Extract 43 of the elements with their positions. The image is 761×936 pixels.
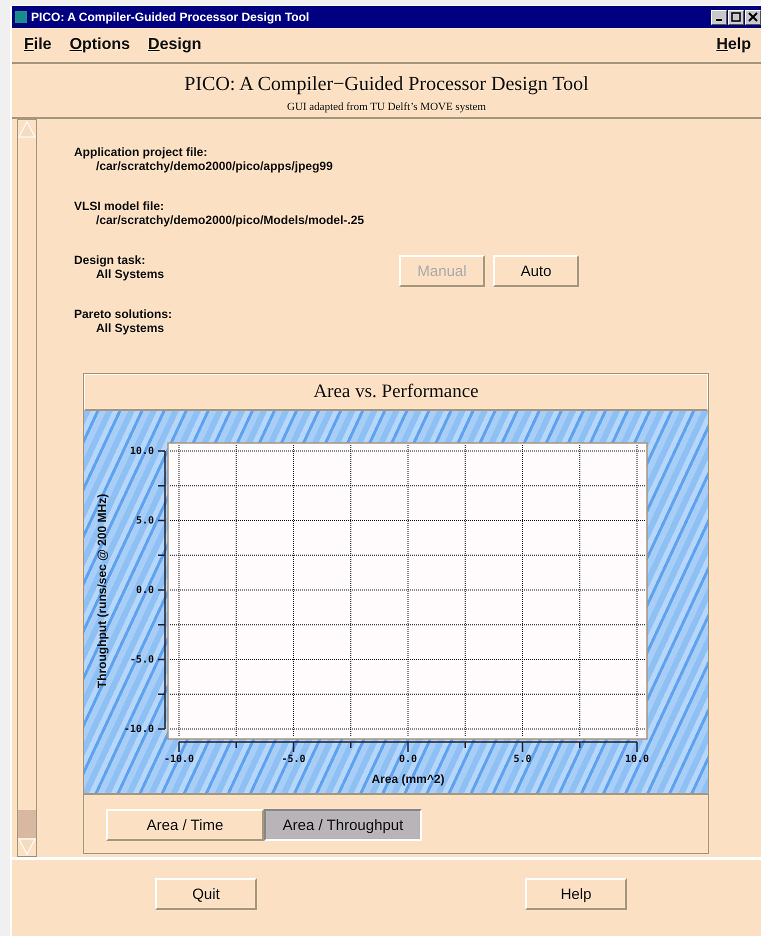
scroll-thumb[interactable]	[18, 810, 36, 838]
field-value: All Systems	[95, 321, 166, 335]
menu-item[interactable]: File	[24, 36, 52, 54]
app-subtitle: GUI adapted from TU Delft’s MOVE system	[287, 101, 486, 113]
close-button[interactable]	[745, 10, 761, 24]
axis-label: Area (mm^2)	[371, 772, 445, 786]
task-button[interactable]: Auto	[493, 255, 579, 287]
tick-label: -5.0	[281, 754, 306, 765]
field-value: All Systems	[95, 267, 166, 281]
maximize-button[interactable]	[728, 10, 744, 24]
axis-label: Throughput (runs/sec @ 200 MHz)	[95, 494, 109, 688]
close-icon	[748, 12, 758, 22]
tick-label: 5.0	[513, 754, 532, 765]
minimize-icon	[716, 19, 722, 21]
field-value: /car/scratchy/demo2000/pico/Models/model-.25	[95, 213, 366, 227]
tick-label: 0.0	[136, 585, 154, 596]
menu-item[interactable]: Help	[716, 36, 751, 54]
app-heading: PICO: A Compiler−Guided Processor Design Tool	[184, 72, 589, 97]
tick-label: 0.0	[398, 754, 418, 765]
window-title: PICO: A Compiler-Guided Processor Design Tool	[31, 10, 310, 24]
tick-label: -10.0	[164, 754, 194, 765]
footer-button[interactable]: Help	[525, 878, 627, 910]
maximize-icon	[731, 12, 741, 22]
footer-button[interactable]: Quit	[155, 878, 257, 910]
field-value: /car/scratchy/demo2000/pico/apps/jpeg99	[95, 159, 334, 173]
tick-label: 10.0	[624, 754, 650, 765]
field-label: Application project file:	[74, 145, 208, 159]
tick-label: -10.0	[124, 724, 154, 735]
tick-label: 10.0	[130, 446, 154, 457]
menu-item[interactable]: Design	[148, 36, 202, 54]
field-label: VLSI model file:	[74, 199, 166, 213]
tick-label: -5.0	[130, 654, 154, 666]
scroll-up-icon[interactable]	[18, 120, 36, 138]
field-label: Design task:	[74, 253, 146, 267]
app-icon	[15, 11, 27, 23]
field-label: Pareto solutions:	[74, 307, 174, 321]
minimize-button[interactable]	[711, 10, 727, 24]
tick-label: 5.0	[136, 516, 154, 526]
menu-item[interactable]: Options	[70, 36, 130, 54]
scrollbar[interactable]	[17, 119, 37, 857]
chart-tab[interactable]: Area / Throughput	[264, 809, 422, 841]
scroll-down-icon[interactable]	[18, 838, 36, 856]
chart-tab[interactable]: Area / Time	[106, 809, 264, 841]
